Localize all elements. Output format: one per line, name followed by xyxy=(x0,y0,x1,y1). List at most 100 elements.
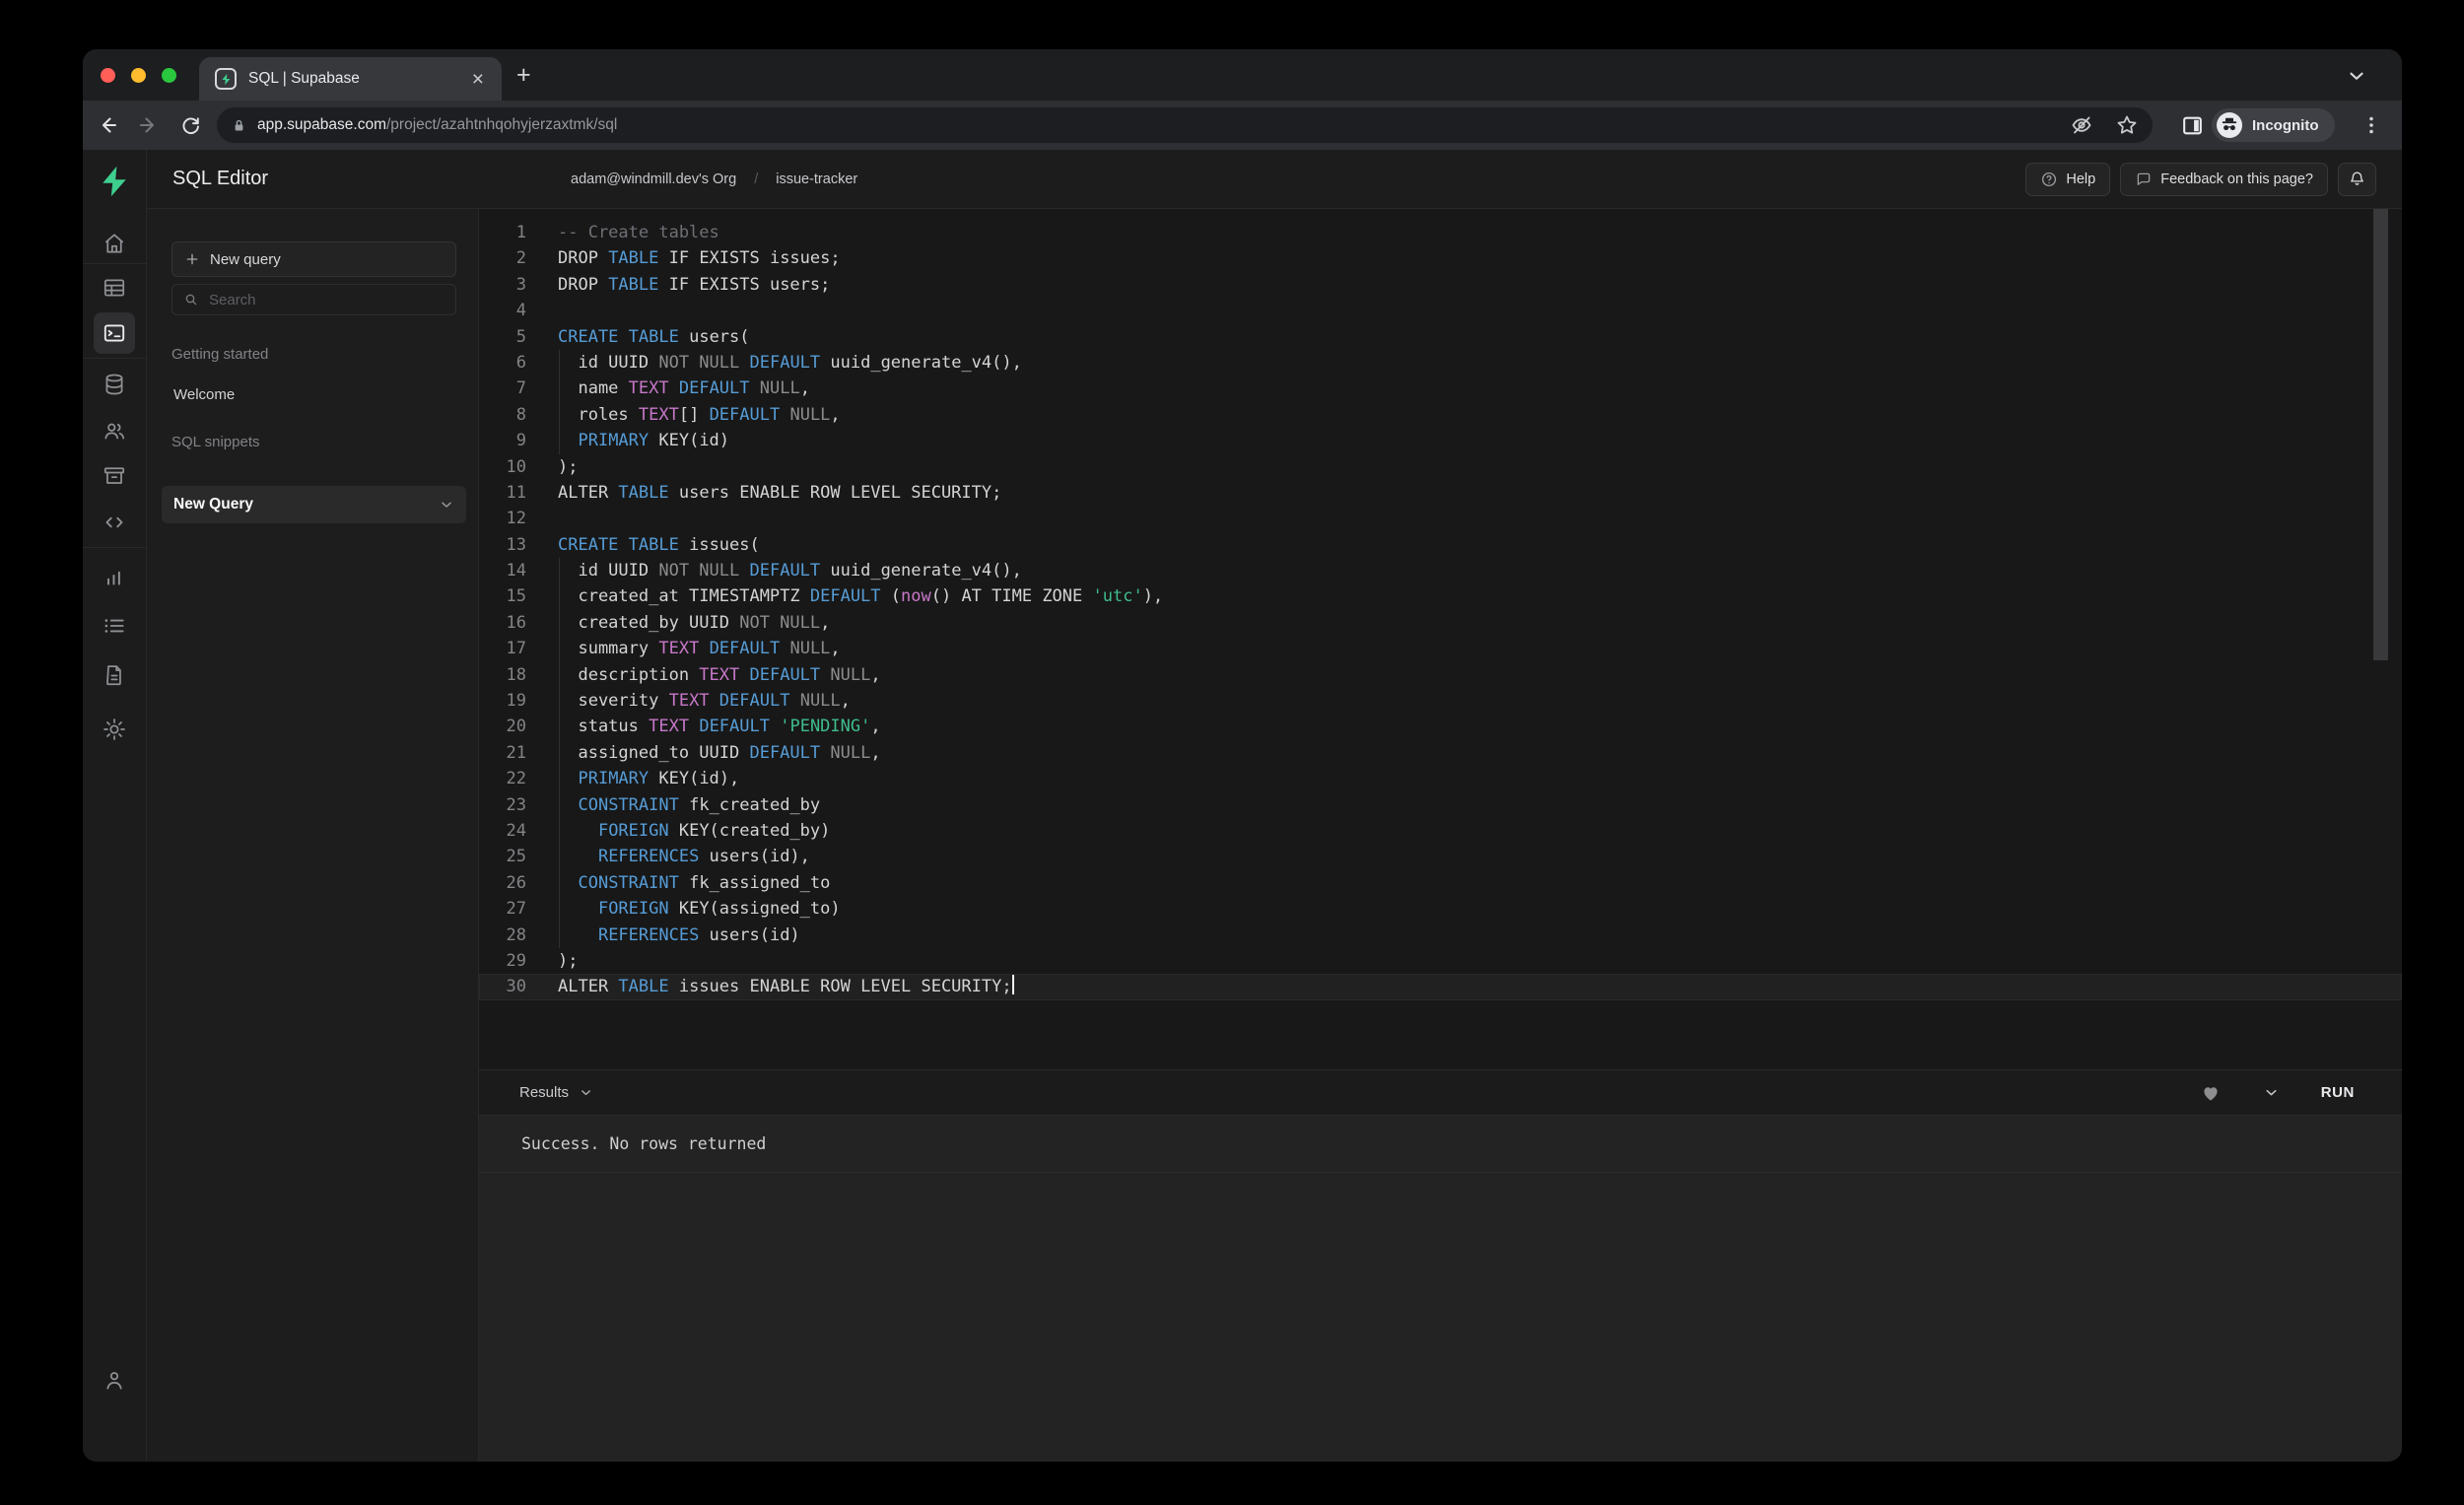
new-query-button[interactable]: New query xyxy=(171,241,456,277)
feedback-button[interactable]: Feedback on this page? xyxy=(2120,163,2328,196)
tab-close-icon[interactable]: × xyxy=(472,69,484,90)
search-input[interactable]: Search xyxy=(171,284,456,315)
code-line[interactable]: 26 CONSTRAINT fk_assigned_to xyxy=(479,870,2402,896)
forward-button[interactable] xyxy=(128,113,170,137)
new-tab-button[interactable]: + xyxy=(516,63,531,87)
bell-icon xyxy=(2348,170,2366,188)
code-line[interactable]: 25 REFERENCES users(id), xyxy=(479,844,2402,869)
edge-functions-icon[interactable] xyxy=(102,510,127,535)
code-line[interactable]: 10); xyxy=(479,454,2402,480)
code-line[interactable]: 11ALTER TABLE users ENABLE ROW LEVEL SEC… xyxy=(479,480,2402,506)
table-editor-icon[interactable] xyxy=(102,275,127,301)
address-bar[interactable]: app.supabase.com/project/azahtnhqohyjerz… xyxy=(217,107,2153,143)
close-window-button[interactable] xyxy=(101,68,115,83)
code-line[interactable]: 7 name TEXT DEFAULT NULL, xyxy=(479,376,2402,401)
editor-scrollbar[interactable] xyxy=(2373,209,2388,660)
success-message: Success. No rows returned xyxy=(521,1134,766,1153)
code-line[interactable]: 2DROP TABLE IF EXISTS issues; xyxy=(479,245,2402,271)
breadcrumb-separator: / xyxy=(754,171,758,187)
reload-button[interactable] xyxy=(170,114,211,137)
help-button[interactable]: Help xyxy=(2025,163,2110,196)
chevron-down-icon[interactable] xyxy=(439,497,454,513)
auth-users-icon[interactable] xyxy=(102,418,127,444)
reports-icon[interactable] xyxy=(102,564,127,589)
code-line[interactable]: 5CREATE TABLE users( xyxy=(479,324,2402,350)
line-number: 29 xyxy=(479,948,526,974)
sql-code-editor[interactable]: 1-- Create tables2DROP TABLE IF EXISTS i… xyxy=(479,209,2402,1069)
run-options-chevron-icon[interactable] xyxy=(2263,1084,2280,1101)
line-number: 25 xyxy=(479,844,526,869)
code-line[interactable]: 6 id UUID NOT NULL DEFAULT uuid_generate… xyxy=(479,350,2402,376)
code-line[interactable]: 28 REFERENCES users(id) xyxy=(479,923,2402,948)
code-line[interactable]: 18 description TEXT DEFAULT NULL, xyxy=(479,662,2402,688)
tab-search-chevron-icon[interactable] xyxy=(2346,65,2367,87)
line-number: 19 xyxy=(479,688,526,714)
query-sidebar: New query Search Getting started Welcome… xyxy=(147,209,479,1462)
code-line[interactable]: 27 FOREIGN KEY(assigned_to) xyxy=(479,896,2402,922)
chat-bubble-icon xyxy=(2135,171,2153,188)
breadcrumb: adam@windmill.dev's Org / issue-tracker xyxy=(571,171,857,187)
code-line[interactable]: 12 xyxy=(479,506,2402,531)
storage-icon[interactable] xyxy=(102,463,127,489)
run-button[interactable]: RUN xyxy=(2321,1084,2355,1101)
account-icon[interactable] xyxy=(102,1367,127,1393)
line-number: 20 xyxy=(479,714,526,739)
code-line[interactable]: 4 xyxy=(479,298,2402,323)
results-bar: Results RUN xyxy=(479,1069,2402,1116)
browser-tab[interactable]: SQL | Supabase × xyxy=(199,57,502,101)
code-line[interactable]: 16 created_by UUID NOT NULL, xyxy=(479,610,2402,636)
code-line[interactable]: 20 status TEXT DEFAULT 'PENDING', xyxy=(479,714,2402,739)
database-icon[interactable] xyxy=(102,372,127,397)
settings-gear-icon[interactable] xyxy=(102,717,127,742)
sidebar-item-new-query[interactable]: New Query xyxy=(162,486,466,523)
code-line[interactable]: 19 severity TEXT DEFAULT NULL, xyxy=(479,688,2402,714)
sidebar-item-welcome[interactable]: Welcome xyxy=(171,386,456,403)
section-sql-snippets: SQL snippets xyxy=(171,434,456,450)
line-number: 28 xyxy=(479,923,526,948)
page-title: SQL Editor xyxy=(172,168,268,190)
line-number: 6 xyxy=(479,350,526,376)
eye-off-icon[interactable] xyxy=(2070,113,2093,137)
supabase-logo-icon[interactable] xyxy=(97,164,132,199)
code-line[interactable]: 14 id UUID NOT NULL DEFAULT uuid_generat… xyxy=(479,558,2402,583)
code-line[interactable]: 9 PRIMARY KEY(id) xyxy=(479,428,2402,453)
code-line[interactable]: 17 summary TEXT DEFAULT NULL, xyxy=(479,636,2402,661)
breadcrumb-org[interactable]: adam@windmill.dev's Org xyxy=(571,171,736,187)
search-placeholder: Search xyxy=(209,292,256,308)
code-line[interactable]: 15 created_at TIMESTAMPTZ DEFAULT (now()… xyxy=(479,583,2402,609)
line-number: 16 xyxy=(479,610,526,636)
maximize-window-button[interactable] xyxy=(162,68,176,83)
home-icon[interactable] xyxy=(102,231,127,256)
code-line[interactable]: 29); xyxy=(479,948,2402,974)
favorite-heart-icon[interactable] xyxy=(2200,1082,2222,1104)
logs-icon[interactable] xyxy=(102,613,127,639)
browser-menu-icon[interactable] xyxy=(2360,113,2383,137)
bookmark-star-icon[interactable] xyxy=(2115,113,2139,137)
breadcrumb-project[interactable]: issue-tracker xyxy=(776,171,857,187)
line-number: 27 xyxy=(479,896,526,922)
sql-editor-icon[interactable] xyxy=(94,312,135,354)
minimize-window-button[interactable] xyxy=(131,68,146,83)
code-line[interactable]: 13CREATE TABLE issues( xyxy=(479,532,2402,558)
back-button[interactable] xyxy=(87,113,128,137)
results-dropdown[interactable]: Results xyxy=(519,1084,593,1101)
code-line[interactable]: 1-- Create tables xyxy=(479,220,2402,245)
side-panel-icon[interactable] xyxy=(2180,113,2205,138)
incognito-badge: Incognito xyxy=(2212,108,2335,142)
code-line[interactable]: 8 roles TEXT[] DEFAULT NULL, xyxy=(479,402,2402,428)
line-number: 10 xyxy=(479,454,526,480)
line-number: 11 xyxy=(479,480,526,506)
line-number: 1 xyxy=(479,220,526,245)
code-line[interactable]: 21 assigned_to UUID DEFAULT NULL, xyxy=(479,740,2402,766)
code-line[interactable]: 30ALTER TABLE issues ENABLE ROW LEVEL SE… xyxy=(479,974,2402,999)
page-header: SQL Editor adam@windmill.dev's Org / iss… xyxy=(147,150,2402,209)
search-icon xyxy=(183,292,199,308)
code-line[interactable]: 23 CONSTRAINT fk_created_by xyxy=(479,792,2402,818)
results-output: Success. No rows returned xyxy=(479,1116,2402,1173)
line-number: 18 xyxy=(479,662,526,688)
code-line[interactable]: 22 PRIMARY KEY(id), xyxy=(479,766,2402,791)
code-line[interactable]: 24 FOREIGN KEY(created_by) xyxy=(479,818,2402,844)
code-line[interactable]: 3DROP TABLE IF EXISTS users; xyxy=(479,272,2402,298)
notifications-button[interactable] xyxy=(2338,163,2376,196)
api-docs-icon[interactable] xyxy=(102,662,127,688)
